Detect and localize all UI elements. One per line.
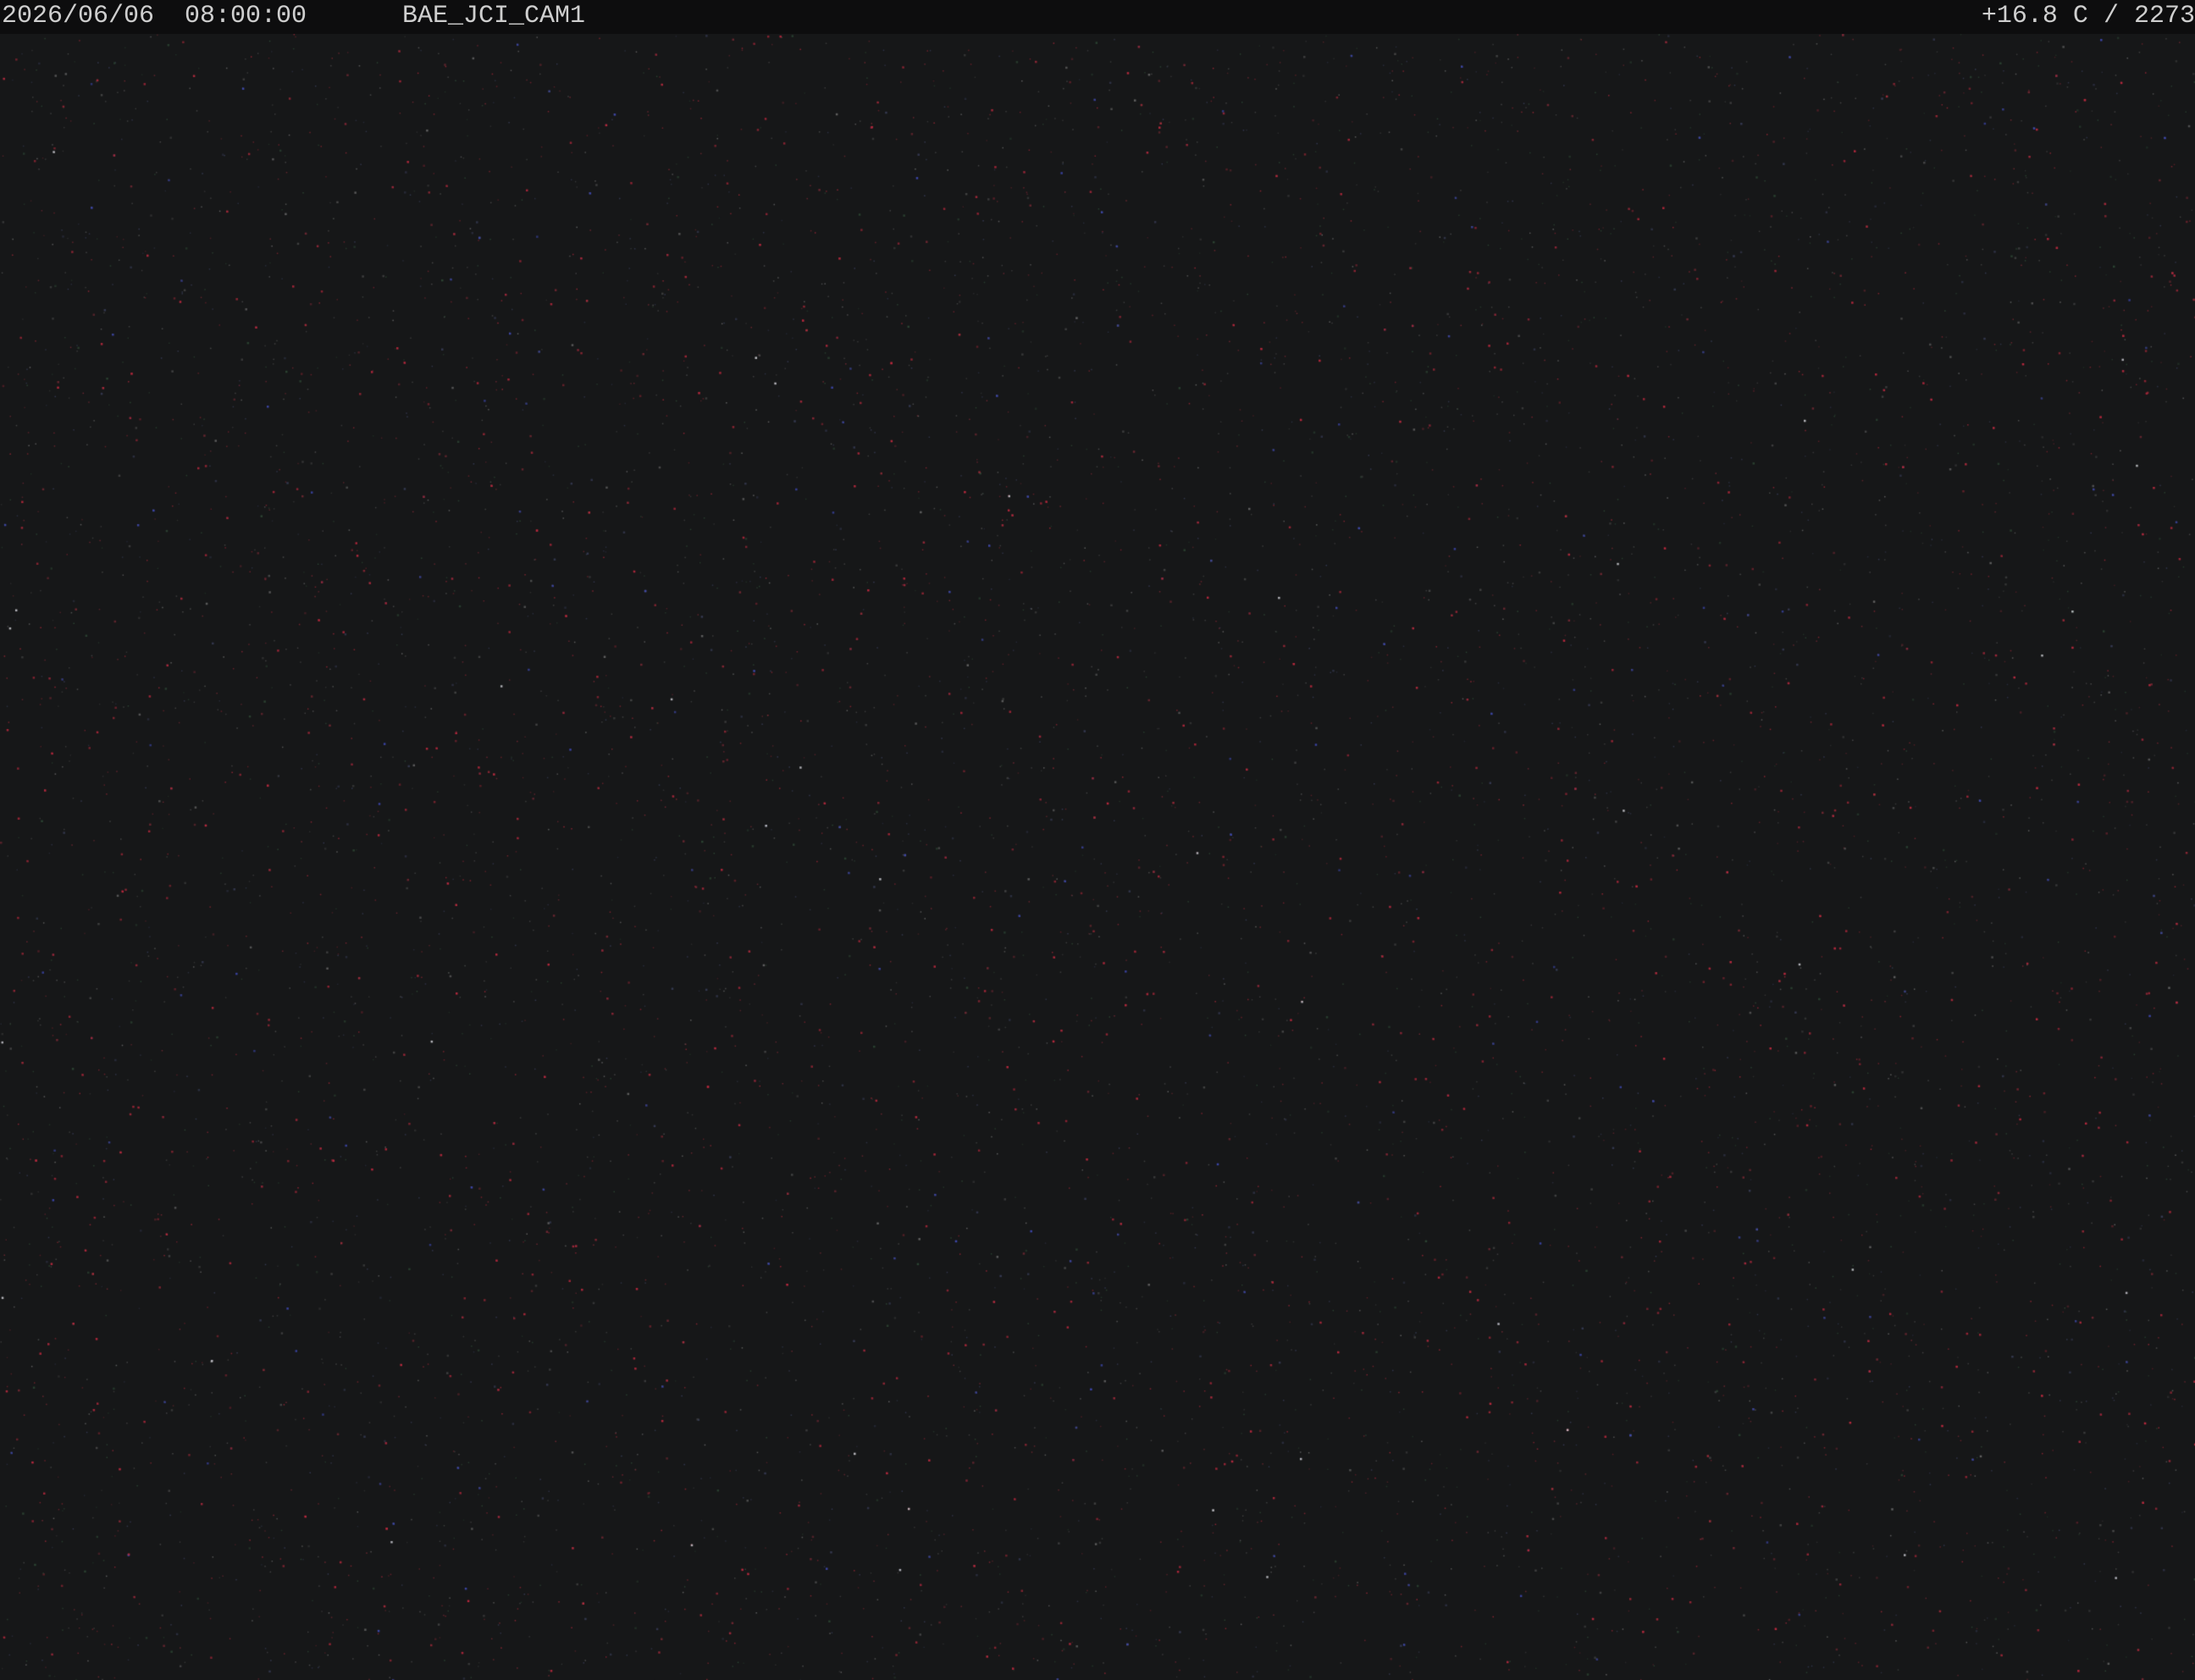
sensor-status: +16.8 C / 2273 [1982, 0, 2195, 32]
camera-name: BAE_JCI_CAM1 [402, 2, 586, 30]
frame-count: 2273 [2133, 2, 2195, 30]
timestamp-date: 2026/06/06 [2, 2, 155, 30]
camera-overlay-bar: 2026/06/06 08:00:00 BAE_JCI_CAM1 +16.8 C … [0, 0, 2195, 34]
timestamp-time: 08:00:00 [185, 2, 307, 30]
camera-frame: 2026/06/06 08:00:00 BAE_JCI_CAM1 +16.8 C … [0, 0, 2195, 1680]
temperature-readout: +16.8 C [1981, 2, 2088, 30]
timestamp: 2026/06/06 08:00:00 [2, 0, 307, 32]
status-separator: / [2103, 2, 2119, 30]
night-sky-image [0, 34, 2195, 1680]
